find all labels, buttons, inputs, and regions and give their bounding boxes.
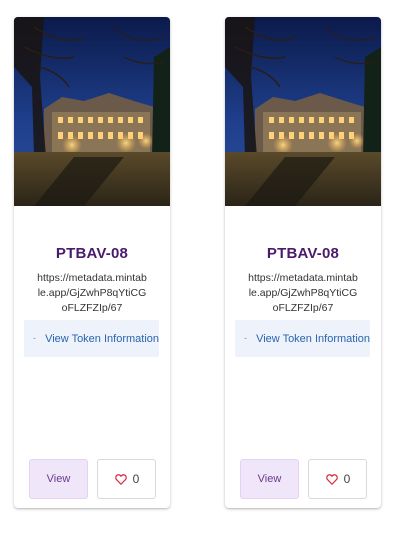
- like-button[interactable]: 0: [308, 459, 367, 499]
- view-button[interactable]: View: [29, 459, 88, 499]
- chevron-down-icon: [33, 337, 36, 340]
- heart-outline-icon: [114, 474, 127, 485]
- nft-image[interactable]: [225, 17, 381, 206]
- nft-title: PTBAV-08: [266, 245, 340, 262]
- view-token-information-label: View Token Information: [45, 332, 159, 345]
- view-token-information-button[interactable]: View Token Information: [235, 320, 370, 357]
- like-count: 0: [132, 472, 140, 486]
- nft-image[interactable]: [14, 17, 170, 206]
- nft-metadata-url: https://metadata.mintable.app/GjZwhP8qYt…: [248, 272, 358, 314]
- view-button[interactable]: View: [240, 459, 299, 499]
- view-token-information-button[interactable]: View Token Information: [24, 320, 159, 357]
- view-token-information-label: View Token Information: [256, 332, 370, 345]
- heart-outline-icon: [325, 474, 338, 485]
- like-count: 0: [343, 472, 351, 486]
- nft-metadata-url: https://metadata.mintable.app/GjZwhP8qYt…: [37, 272, 147, 314]
- nft-title: PTBAV-08: [55, 245, 129, 262]
- like-button[interactable]: 0: [97, 459, 156, 499]
- nft-card: PTBAV-08 https://metadata.mintable.app/G…: [14, 17, 170, 508]
- chevron-down-icon: [244, 337, 247, 340]
- nft-card: PTBAV-08 https://metadata.mintable.app/G…: [225, 17, 381, 508]
